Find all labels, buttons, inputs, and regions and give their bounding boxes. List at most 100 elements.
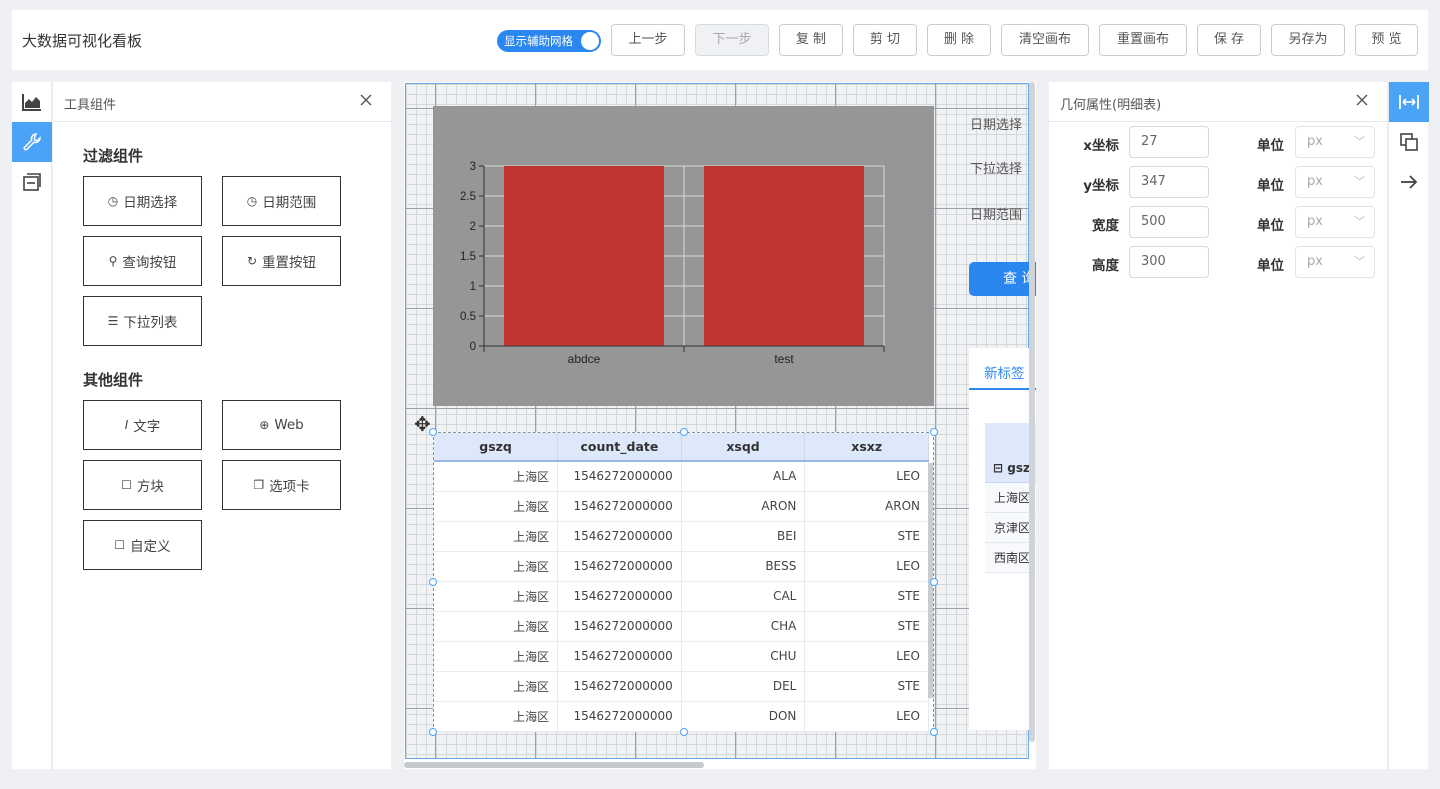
table-row[interactable]: 上海区 1546272000000 ALA LEO — [434, 461, 929, 492]
undo-button[interactable]: 上一步 — [611, 24, 685, 56]
column-header[interactable]: xsxz — [804, 433, 929, 462]
x-coordinate-input[interactable]: 27 — [1129, 126, 1209, 158]
date-range-component[interactable]: ◷ 日期范围 — [222, 176, 341, 226]
right-nav — [1388, 82, 1429, 769]
unit-select[interactable]: px ﹀ — [1295, 246, 1375, 278]
table-cell: 上海区 — [434, 581, 559, 612]
y-tick-label: 0.5 — [460, 311, 476, 323]
resize-horizontal-icon[interactable] — [1389, 82, 1429, 122]
table-cell: 上海区 — [434, 671, 559, 702]
width-input[interactable]: 500 — [1129, 206, 1209, 238]
tabs-component[interactable]: ❐ 选项卡 — [222, 460, 341, 510]
unit-value: px — [1307, 214, 1323, 229]
table-cell: 1546272000000 — [557, 641, 682, 672]
height-input[interactable]: 300 — [1129, 246, 1209, 278]
resize-handle[interactable] — [930, 428, 938, 436]
close-icon[interactable] — [1355, 93, 1369, 107]
tab-new[interactable]: 新标签 — [984, 362, 1025, 382]
canvas-horizontal-scrollbar[interactable] — [404, 762, 704, 768]
reset-button-component[interactable]: ↻ 重置按钮 — [222, 236, 341, 286]
dropdown-select-label[interactable]: 下拉选择 — [970, 158, 1022, 177]
wrench-icon[interactable] — [12, 122, 52, 162]
table-row[interactable]: 上海区 1546272000000 DON LEO — [434, 701, 929, 732]
unit-select[interactable]: px ﹀ — [1295, 166, 1375, 198]
resize-handle[interactable] — [680, 428, 688, 436]
column-header[interactable]: count_date — [557, 433, 682, 462]
grid-toggle[interactable]: 显示辅助网格 — [497, 30, 601, 52]
table-row[interactable]: 上海区 1546272000000 CAL STE — [434, 581, 929, 612]
save-as-button[interactable]: 另存为 — [1271, 24, 1345, 56]
web-component[interactable]: ⊕ Web — [222, 400, 341, 450]
table-cell: 1546272000000 — [557, 521, 682, 552]
query-button-component[interactable]: ⚲ 查询按钮 — [83, 236, 202, 286]
query-button[interactable]: 查 询 — [969, 262, 1036, 296]
table-cell: 上海区 — [434, 461, 559, 492]
column-header[interactable]: xsqd — [681, 433, 806, 462]
y-tick-label: 2.5 — [460, 191, 476, 203]
resize-handle[interactable] — [680, 728, 688, 736]
component-label: 方块 — [136, 479, 164, 495]
table-cell: ARON — [804, 491, 929, 522]
layers-icon[interactable] — [12, 162, 52, 202]
block-component[interactable]: ☐ 方块 — [83, 460, 202, 510]
table-cell: 1546272000000 — [557, 701, 682, 732]
dropdown-list-component[interactable]: ☰ 下拉列表 — [83, 296, 202, 346]
table-row[interactable]: 上海区 1546272000000 ARON ARON — [434, 491, 929, 522]
resize-handle[interactable] — [429, 728, 437, 736]
design-canvas[interactable]: 0 0.5 1 1.5 2 2.5 3 abdce test 日期选择 下拉选择 日期范围 查 … — [404, 82, 1036, 769]
resize-handle[interactable] — [429, 428, 437, 436]
preview-button[interactable]: 预 览 — [1355, 24, 1418, 56]
date-picker-component[interactable]: ◷ 日期选择 — [83, 176, 202, 226]
delete-button[interactable]: 删 除 — [927, 24, 991, 56]
y-tick-label: 0 — [470, 341, 476, 353]
unit-value: px — [1307, 134, 1323, 149]
text-cursor-icon: I — [124, 418, 129, 432]
table-cell: LEO — [804, 641, 929, 672]
globe-icon: ⊕ — [259, 418, 270, 432]
clear-canvas-button[interactable]: 清空画布 — [1001, 24, 1089, 56]
date-select-label[interactable]: 日期选择 — [970, 114, 1022, 133]
custom-component[interactable]: ☐ 自定义 — [83, 520, 202, 570]
redo-button[interactable]: 下一步 — [695, 24, 769, 56]
table-row[interactable]: 上海区 1546272000000 BESS LEO — [434, 551, 929, 582]
duplicate-icon[interactable] — [1389, 122, 1429, 162]
table-cell: LEO — [804, 461, 929, 492]
resize-handle[interactable] — [930, 728, 938, 736]
table-row[interactable]: 上海区 1546272000000 DEL STE — [434, 671, 929, 702]
arrow-right-icon[interactable] — [1389, 162, 1429, 202]
y-coordinate-row: y坐标 347 单位 px ﹀ — [1049, 166, 1387, 198]
text-component[interactable]: I 文字 — [83, 400, 202, 450]
close-icon[interactable] — [359, 93, 373, 107]
x-coordinate-row: x坐标 27 单位 px ﹀ — [1049, 126, 1387, 158]
y-tick-label: 1 — [470, 281, 476, 293]
detail-table-widget[interactable]: gszq count_date xsqd xsxz 上海区 15462720000… — [433, 432, 934, 732]
table-row[interactable]: 上海区 1546272000000 BEI STE — [434, 521, 929, 552]
column-header[interactable]: gszq — [434, 433, 559, 462]
resize-handle[interactable] — [429, 578, 437, 586]
y-tick-label: 3 — [470, 161, 476, 173]
table-row[interactable]: 上海区 1546272000000 CHU LEO — [434, 641, 929, 672]
table-cell: 上海区 — [434, 551, 559, 582]
bar-chart-widget[interactable]: 0 0.5 1 1.5 2 2.5 3 abdce test — [433, 106, 934, 406]
y-coordinate-input[interactable]: 347 — [1129, 166, 1209, 198]
unit-select[interactable]: px ﹀ — [1295, 126, 1375, 158]
grid-toggle-label: 显示辅助网格 — [504, 34, 573, 48]
resize-handle[interactable] — [930, 578, 938, 586]
save-button[interactable]: 保 存 — [1197, 24, 1261, 56]
gauge-icon: ◷ — [246, 194, 258, 208]
chart-icon[interactable] — [12, 82, 52, 122]
table-cell: STE — [804, 521, 929, 552]
unit-select[interactable]: px ﹀ — [1295, 206, 1375, 238]
filter-section-title: 过滤组件 — [83, 147, 144, 165]
tabs-widget[interactable]: 新标签 ⊟ gsz 上海区 京津区 西南区 — [969, 348, 1036, 730]
cut-button[interactable]: 剪 切 — [853, 24, 917, 56]
table-cell: CHA — [681, 611, 806, 642]
copy-button[interactable]: 复 制 — [779, 24, 843, 56]
table-cell: 1546272000000 — [557, 611, 682, 642]
date-range-label[interactable]: 日期范围 — [970, 204, 1022, 223]
table-cell: BESS — [681, 551, 806, 582]
canvas-vertical-scrollbar[interactable] — [1029, 82, 1035, 742]
table-cell: 1546272000000 — [557, 491, 682, 522]
reset-canvas-button[interactable]: 重置画布 — [1099, 24, 1187, 56]
table-row[interactable]: 上海区 1546272000000 CHA STE — [434, 611, 929, 642]
